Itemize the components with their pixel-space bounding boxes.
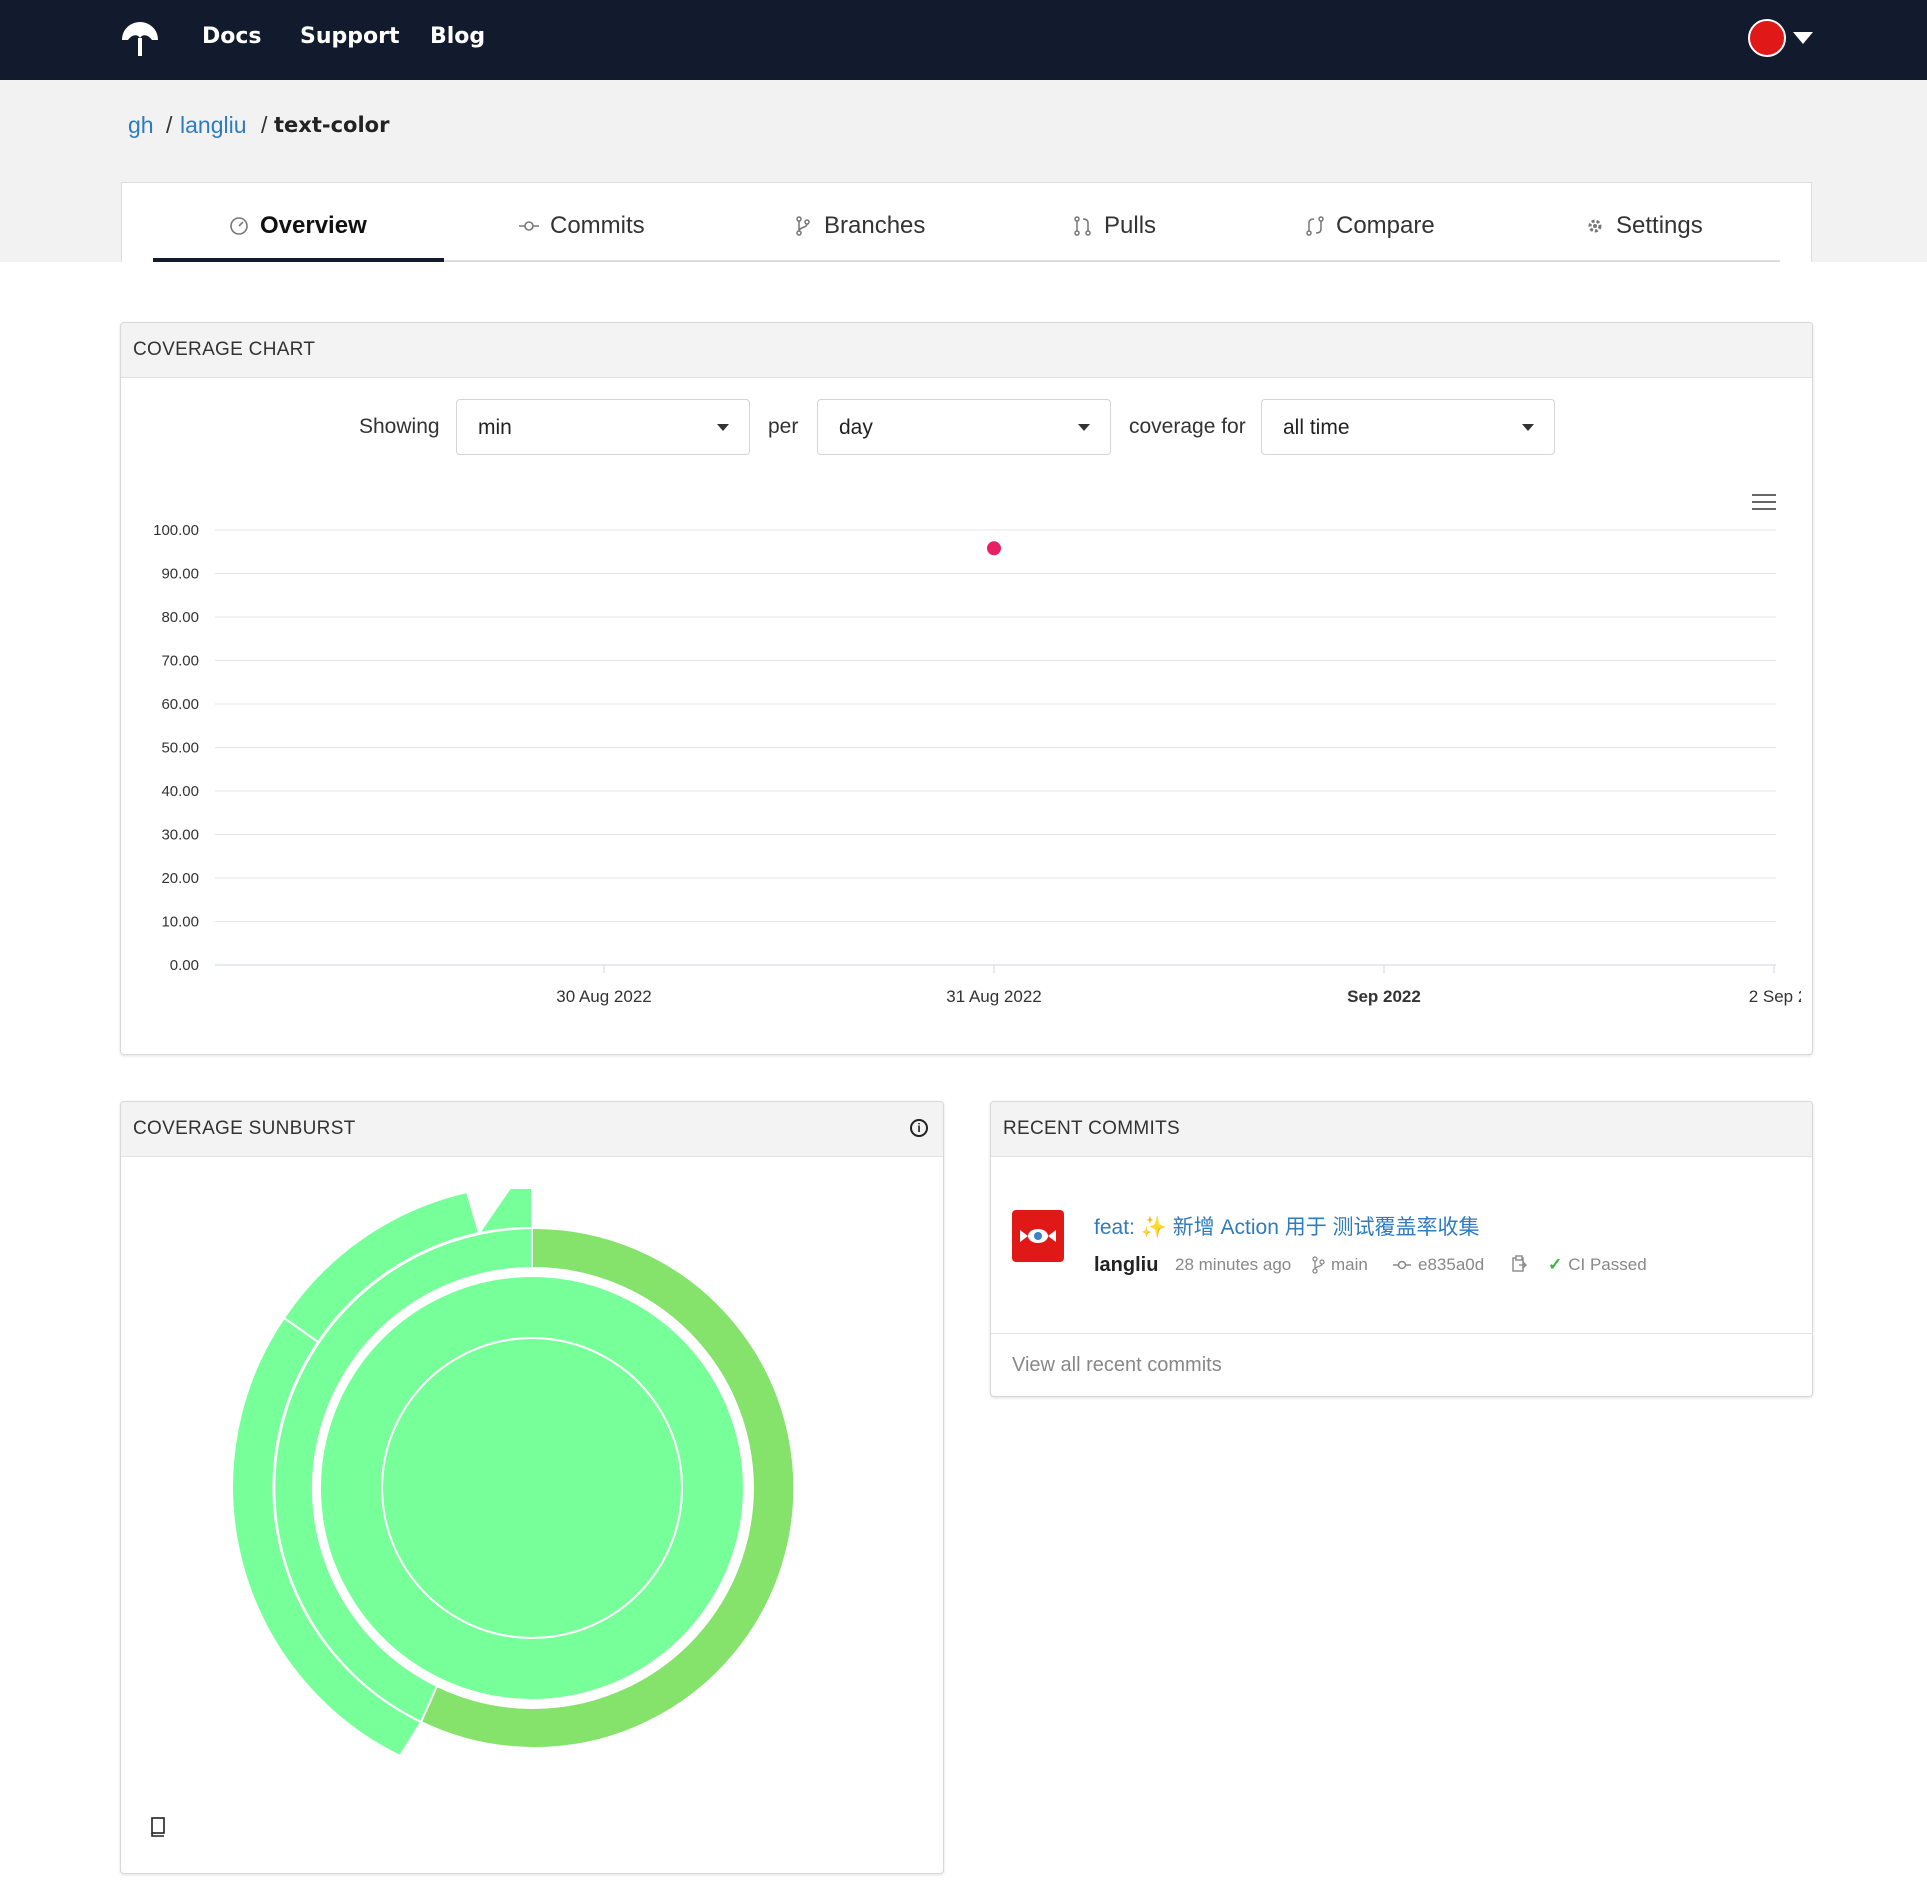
breadcrumb-separator: / xyxy=(261,112,268,138)
view-all-commits-link[interactable]: View all recent commits xyxy=(1012,1354,1222,1377)
breadcrumb-service-link[interactable]: gh xyxy=(128,112,154,139)
gauge-icon xyxy=(230,217,248,235)
book-icon[interactable] xyxy=(150,1817,166,1837)
panel-title: RECENT COMMITS xyxy=(1003,1118,1180,1139)
tab-commits[interactable]: Commits xyxy=(518,212,645,240)
coverage-for-label: coverage for xyxy=(1129,415,1246,438)
chevron-down-icon[interactable] xyxy=(1793,32,1813,44)
nav-blog-link[interactable]: Blog xyxy=(430,24,485,49)
y-tick-label: 50.00 xyxy=(161,740,199,757)
commit-author-avatar xyxy=(1012,1210,1064,1262)
coverage-sunburst xyxy=(231,1187,796,1758)
commit-sha[interactable]: e835a0d xyxy=(1392,1255,1484,1275)
caret-down-icon xyxy=(1522,424,1534,431)
select-value: day xyxy=(839,416,873,439)
pull-request-icon xyxy=(1074,216,1091,236)
y-tick-label: 100.00 xyxy=(153,522,199,539)
tab-label: Compare xyxy=(1336,212,1435,239)
y-tick-label: 30.00 xyxy=(161,827,199,844)
nav-support-link[interactable]: Support xyxy=(300,24,399,49)
tab-overview[interactable]: Overview xyxy=(228,212,367,240)
tab-label: Overview xyxy=(260,212,367,239)
x-tick-label: 31 Aug 2022 xyxy=(946,987,1041,1006)
tab-settings[interactable]: Settings xyxy=(1584,212,1703,240)
sunburst-ring-3-a xyxy=(476,1187,533,1235)
per-select[interactable]: day xyxy=(817,399,1111,455)
y-tick-label: 40.00 xyxy=(161,783,199,800)
branch-icon xyxy=(796,216,810,236)
x-tick-label: 2 Sep 2 xyxy=(1749,987,1801,1006)
copy-sha-button[interactable] xyxy=(1511,1255,1527,1273)
tab-label: Commits xyxy=(550,212,645,239)
tab-label: Settings xyxy=(1616,212,1703,239)
y-tick-label: 80.00 xyxy=(161,609,199,626)
coverage-chart: 0.00 10.00 20.00 30.00 40.00 50.00 60.00 70.00 8… xyxy=(153,522,1801,1006)
tab-label: Branches xyxy=(824,212,926,239)
divider xyxy=(991,1333,1813,1334)
y-tick-label: 0.00 xyxy=(170,957,199,974)
commit-author: langliu xyxy=(1094,1254,1159,1276)
y-tick-label: 70.00 xyxy=(161,653,199,670)
tab-label: Pulls xyxy=(1104,212,1157,239)
sunburst-root xyxy=(381,1337,683,1639)
clipboard-icon xyxy=(1512,1255,1527,1272)
branch-icon xyxy=(1312,1256,1325,1274)
gear-icon xyxy=(1588,219,1602,233)
tab-pulls[interactable]: Pulls xyxy=(1072,212,1156,240)
commit-icon xyxy=(519,221,539,231)
y-tick-label: 10.00 xyxy=(161,914,199,931)
commit-branch[interactable]: main xyxy=(1311,1255,1368,1275)
breadcrumb-owner-link[interactable]: langliu xyxy=(180,112,247,139)
breadcrumb-repo: text-color xyxy=(274,113,390,137)
select-value: min xyxy=(478,416,512,439)
commit-message-link[interactable]: feat: ✨ 新增 Action 用于 测试覆盖率收集 xyxy=(1094,1211,1480,1241)
info-icon[interactable]: i xyxy=(910,1119,928,1137)
select-value: all time xyxy=(1283,416,1350,439)
x-tick-label: Sep 2022 xyxy=(1347,987,1421,1006)
sha-value: e835a0d xyxy=(1418,1255,1485,1274)
commit-icon xyxy=(1393,1260,1411,1270)
candy-icon xyxy=(1020,1229,1056,1243)
panel-title: COVERAGE CHART xyxy=(133,339,316,360)
caret-down-icon xyxy=(1078,424,1090,431)
panel-header: COVERAGE CHART xyxy=(121,323,1812,378)
per-label: per xyxy=(768,415,799,438)
nav-docs-link[interactable]: Docs xyxy=(202,24,262,49)
commit-time: 28 minutes ago xyxy=(1175,1255,1292,1274)
x-tick-label: 30 Aug 2022 xyxy=(556,987,651,1006)
breadcrumb-separator: / xyxy=(166,112,173,138)
check-icon: ✓ xyxy=(1548,1255,1563,1274)
y-tick-label: 20.00 xyxy=(161,870,199,887)
panel-title: COVERAGE SUNBURST xyxy=(133,1118,356,1139)
codecov-logo-icon[interactable] xyxy=(118,18,162,62)
y-tick-label: 90.00 xyxy=(161,566,199,583)
panel-header: COVERAGE SUNBURST xyxy=(121,1102,943,1157)
repo-tabs xyxy=(121,182,1812,262)
recent-commits-panel: RECENT COMMITS xyxy=(990,1101,1813,1397)
y-tick-label: 60.00 xyxy=(161,696,199,713)
tab-compare[interactable]: Compare xyxy=(1304,212,1435,240)
caret-down-icon xyxy=(717,424,729,431)
user-avatar[interactable] xyxy=(1748,19,1786,57)
tab-branches[interactable]: Branches xyxy=(792,212,925,240)
showing-label: Showing xyxy=(359,415,440,438)
panel-header: RECENT COMMITS xyxy=(991,1102,1812,1157)
top-navbar: Docs Support Blog xyxy=(0,0,1927,80)
compare-icon xyxy=(1306,216,1324,236)
ci-status-text: CI Passed xyxy=(1568,1255,1647,1274)
ci-status: ✓ CI Passed xyxy=(1548,1255,1647,1275)
coverage-data-point[interactable] xyxy=(987,541,1001,556)
showing-select[interactable]: min xyxy=(456,399,750,455)
active-tab-indicator xyxy=(153,258,444,262)
branch-name: main xyxy=(1331,1255,1368,1274)
coverage-for-select[interactable]: all time xyxy=(1261,399,1555,455)
